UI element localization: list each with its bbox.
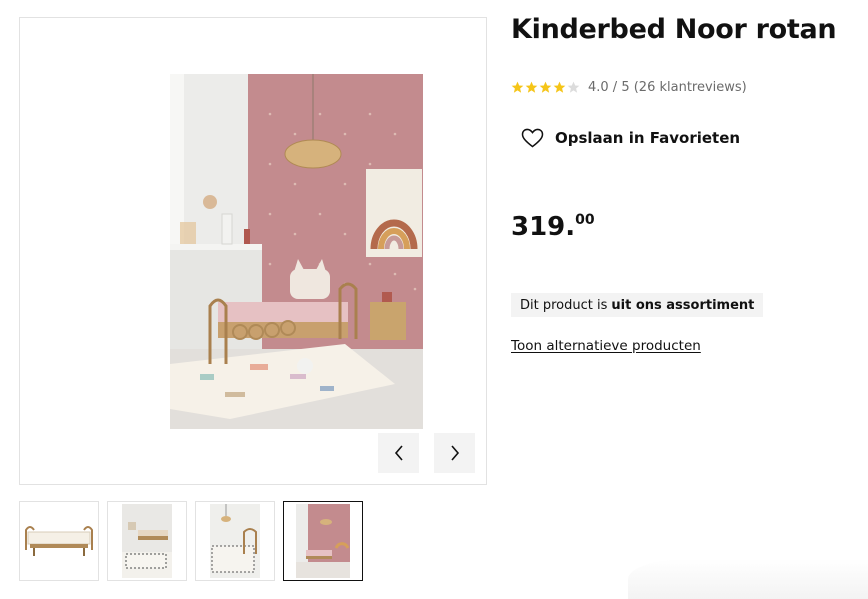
- previous-image-button[interactable]: [378, 433, 419, 473]
- next-image-button[interactable]: [434, 433, 475, 473]
- availability-prefix: Dit product is: [520, 297, 608, 313]
- product-rating[interactable]: 4.0 / 5 (26 klantreviews): [511, 78, 747, 96]
- favorite-label: Opslaan in Favorieten: [555, 129, 741, 147]
- availability-badge: Dit product is uit ons assortiment: [511, 293, 764, 317]
- product-image-gallery: [19, 17, 487, 485]
- save-to-favorites-button[interactable]: Opslaan in Favorieten: [521, 128, 740, 148]
- star-icon: [525, 81, 538, 93]
- price-main: 319.: [511, 212, 576, 242]
- price-cents: 00: [575, 212, 595, 228]
- chevron-left-icon: [394, 445, 403, 461]
- rating-stars: [511, 81, 580, 94]
- thumbnail-2[interactable]: [107, 501, 187, 581]
- thumbnail-4[interactable]: [283, 501, 363, 581]
- product-main-image[interactable]: [170, 74, 423, 429]
- star-icon: [539, 81, 552, 93]
- star-icon: [553, 81, 566, 93]
- page-shadow: [628, 559, 868, 599]
- chevron-right-icon: [450, 445, 459, 461]
- star-icon: [511, 81, 524, 93]
- alternative-products-link[interactable]: Toon alternatieve producten: [511, 338, 701, 354]
- rating-summary: 4.0 / 5 (26 klantreviews): [588, 79, 747, 95]
- thumbnail-1[interactable]: [19, 501, 99, 581]
- product-title: Kinderbed Noor rotan: [511, 14, 837, 45]
- product-price: 319.00: [511, 212, 595, 242]
- availability-status: uit ons assortiment: [611, 297, 755, 313]
- heart-icon: [521, 128, 544, 148]
- thumbnail-3[interactable]: [195, 501, 275, 581]
- star-empty-icon: [567, 81, 580, 93]
